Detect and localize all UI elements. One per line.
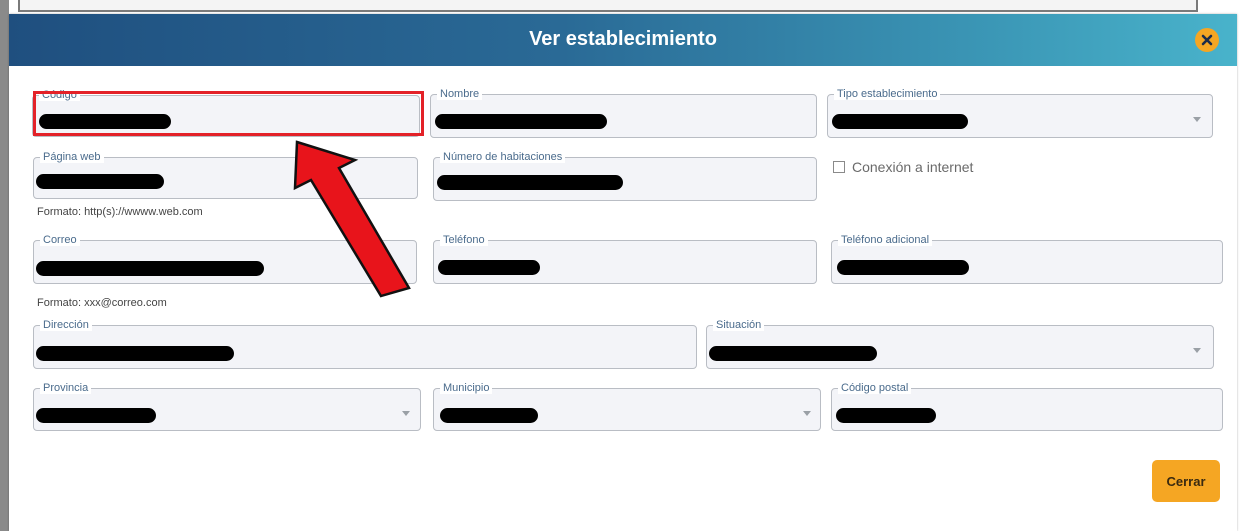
provincia-select[interactable]: Provincia — [33, 382, 421, 431]
situacion-select[interactable]: Situación — [706, 319, 1214, 369]
dialog-title: Ver establecimiento — [529, 28, 717, 50]
tipo-establecimiento-select[interactable]: Tipo establecimiento — [827, 88, 1213, 138]
numero-habitaciones-field[interactable]: Número de habitaciones — [433, 151, 817, 201]
checkbox-icon[interactable] — [833, 161, 845, 173]
direccion-label: Dirección — [40, 319, 92, 331]
dialog-header: Ver establecimiento — [9, 14, 1237, 66]
pagina-web-format-hint: Formato: http(s)://wwww.web.com — [37, 206, 203, 218]
conexion-internet-label: Conexión a internet — [852, 159, 974, 175]
numero-habitaciones-value-redacted — [437, 175, 623, 190]
municipio-value-redacted — [440, 408, 538, 423]
close-x-icon — [1201, 34, 1213, 46]
red-arrow-icon — [293, 140, 411, 298]
numero-habitaciones-label: Número de habitaciones — [440, 151, 566, 163]
red-highlight-box — [33, 91, 424, 136]
codigo-postal-field[interactable]: Código postal — [831, 382, 1223, 431]
cerrar-button[interactable]: Cerrar — [1152, 460, 1220, 502]
pagina-web-label: Página web — [40, 151, 104, 163]
conexion-internet-checkbox[interactable]: Conexión a internet — [833, 158, 973, 176]
provincia-label: Provincia — [40, 382, 92, 394]
direccion-value-redacted — [36, 346, 234, 361]
chevron-down-icon — [402, 411, 410, 416]
correo-value-redacted — [36, 261, 264, 276]
nombre-value-redacted — [435, 114, 607, 129]
situacion-label: Situación — [713, 319, 765, 331]
provincia-value-redacted — [36, 408, 156, 423]
nombre-field[interactable]: Nombre — [430, 88, 817, 138]
telefono-field[interactable]: Teléfono — [433, 234, 817, 284]
tipo-establecimiento-value-redacted — [832, 114, 968, 129]
correo-format-hint: Formato: xxx@correo.com — [37, 297, 167, 309]
ver-establecimiento-dialog: Ver establecimiento Código Nombre Tipo e… — [9, 14, 1237, 531]
municipio-select[interactable]: Municipio — [433, 382, 821, 431]
telefono-label: Teléfono — [440, 234, 488, 246]
telefono-adicional-value-redacted — [837, 260, 969, 275]
correo-label: Correo — [40, 234, 80, 246]
backdrop-edge — [0, 0, 9, 531]
pagina-web-value-redacted — [36, 174, 164, 189]
tipo-establecimiento-label: Tipo establecimiento — [834, 88, 941, 100]
background-window-edge — [18, 0, 1198, 12]
codigo-postal-value-redacted — [836, 408, 936, 423]
telefono-value-redacted — [438, 260, 540, 275]
chevron-down-icon — [1193, 348, 1201, 353]
direccion-field[interactable]: Dirección — [33, 319, 697, 369]
chevron-down-icon — [803, 411, 811, 416]
telefono-adicional-field[interactable]: Teléfono adicional — [831, 234, 1223, 284]
codigo-postal-label: Código postal — [838, 382, 912, 394]
telefono-adicional-label: Teléfono adicional — [838, 234, 933, 246]
nombre-label: Nombre — [437, 88, 483, 100]
chevron-down-icon — [1193, 117, 1201, 122]
municipio-label: Municipio — [440, 382, 493, 394]
situacion-value-redacted — [709, 346, 877, 361]
close-button[interactable] — [1195, 28, 1219, 52]
